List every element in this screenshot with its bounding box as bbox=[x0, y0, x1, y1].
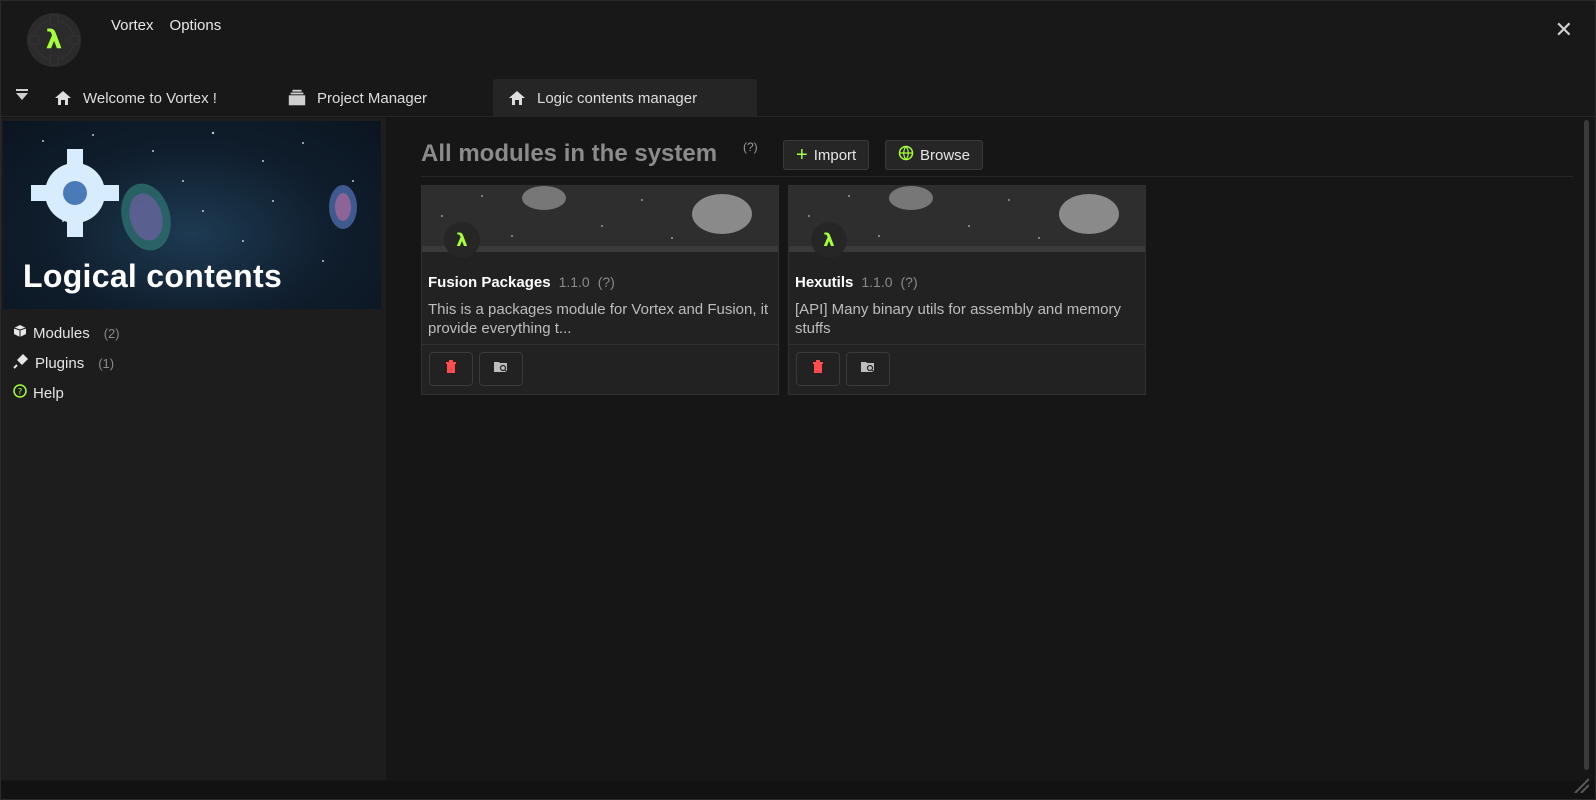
module-logo: λ bbox=[444, 222, 480, 258]
cube-icon bbox=[13, 324, 27, 342]
top-bar: λ Vortex Options ✕ bbox=[1, 1, 1595, 77]
module-name: Hexutils bbox=[795, 274, 854, 291]
sidebar-item-plugins-label: Plugins bbox=[35, 354, 85, 372]
menu-vortex[interactable]: Vortex bbox=[111, 17, 154, 34]
tab-project-manager-label: Project Manager bbox=[317, 89, 428, 107]
open-folder-button[interactable] bbox=[479, 352, 523, 386]
project-stack-icon bbox=[287, 88, 307, 108]
module-version: 1.1.0 bbox=[558, 274, 590, 290]
app-logo[interactable]: λ bbox=[27, 13, 81, 67]
lambda-logo-glyph: λ bbox=[456, 229, 468, 251]
globe-icon bbox=[898, 145, 914, 165]
tab-project-manager[interactable]: Project Manager bbox=[273, 79, 441, 117]
page-title: All modules in the system bbox=[421, 140, 718, 167]
folder-search-icon bbox=[860, 360, 876, 379]
main-content: All modules in the system (?) + Import B… bbox=[387, 118, 1583, 780]
tab-welcome[interactable]: Welcome to Vortex ! bbox=[39, 79, 231, 117]
menu-options[interactable]: Options bbox=[170, 17, 222, 34]
open-folder-button[interactable] bbox=[846, 352, 890, 386]
sidebar-item-plugins[interactable]: Plugins (1) bbox=[13, 348, 120, 378]
status-bar bbox=[1, 781, 1595, 799]
plugins-count: (1) bbox=[98, 355, 115, 371]
sidebar-banner: Logical contents bbox=[3, 121, 381, 309]
module-title: Fusion Packages 1.1.0 (?) bbox=[428, 274, 615, 291]
module-help[interactable]: (?) bbox=[901, 274, 918, 290]
help-circle-icon: ? bbox=[13, 384, 27, 402]
gear-graphic bbox=[31, 149, 119, 237]
tab-logic-contents-label: Logic contents manager bbox=[537, 89, 698, 107]
trash-icon bbox=[812, 359, 824, 379]
plus-icon: + bbox=[796, 144, 808, 166]
browse-label: Browse bbox=[920, 146, 971, 164]
modules-count: (2) bbox=[103, 325, 120, 341]
module-title: Hexutils 1.1.0 (?) bbox=[795, 274, 918, 291]
folder-search-icon bbox=[493, 360, 509, 379]
sidebar-list: Modules (2) Plugins (1) ? Help bbox=[13, 318, 120, 408]
close-icon[interactable]: ✕ bbox=[1555, 17, 1573, 43]
sidebar-item-help-label: Help bbox=[33, 384, 64, 402]
svg-text:?: ? bbox=[18, 388, 23, 398]
module-card[interactable]: λ Hexutils 1.1.0 (?) [API] Many binary uti… bbox=[788, 185, 1146, 395]
resize-grip-icon[interactable] bbox=[1571, 775, 1590, 794]
card-divider bbox=[422, 344, 778, 345]
tab-logic-contents-manager[interactable]: Logic contents manager bbox=[493, 79, 757, 117]
plug-icon bbox=[13, 353, 29, 373]
delete-module-button[interactable] bbox=[796, 352, 840, 386]
module-name: Fusion Packages bbox=[428, 274, 551, 291]
module-logo: λ bbox=[811, 222, 847, 258]
heading-help[interactable]: (?) bbox=[743, 140, 758, 154]
tab-bar: Welcome to Vortex ! Project Manager Logi… bbox=[1, 77, 1595, 117]
card-divider bbox=[789, 344, 1145, 345]
sidebar-item-modules-label: Modules bbox=[33, 324, 90, 342]
tab-welcome-label: Welcome to Vortex ! bbox=[83, 89, 217, 107]
delete-module-button[interactable] bbox=[429, 352, 473, 386]
module-card[interactable]: λ Fusion Packages 1.1.0 (?) This is a pack… bbox=[421, 185, 779, 395]
module-version: 1.1.0 bbox=[861, 274, 893, 290]
sidebar: Logical contents Modules (2) Plugins (1)… bbox=[1, 118, 386, 780]
browse-button[interactable]: Browse bbox=[885, 140, 984, 170]
trash-icon bbox=[445, 359, 457, 379]
import-label: Import bbox=[813, 146, 857, 164]
banner-title: Logical contents bbox=[23, 258, 283, 294]
lambda-logo-glyph: λ bbox=[45, 25, 63, 55]
home-icon bbox=[53, 88, 73, 108]
header-divider bbox=[421, 176, 1573, 177]
vertical-scrollbar[interactable] bbox=[1584, 120, 1589, 770]
lambda-logo-glyph: λ bbox=[823, 229, 835, 251]
menu-bar: Vortex Options bbox=[111, 17, 221, 34]
module-description: This is a packages module for Vortex and… bbox=[428, 301, 769, 337]
sidebar-item-help[interactable]: ? Help bbox=[13, 378, 120, 408]
home-icon bbox=[507, 88, 527, 108]
module-description: [API] Many binary utils for assembly and… bbox=[795, 301, 1121, 337]
app-window: λ Vortex Options ✕ Welcome to Vortex ! P… bbox=[0, 0, 1596, 800]
module-help[interactable]: (?) bbox=[598, 274, 615, 290]
sidebar-item-modules[interactable]: Modules (2) bbox=[13, 318, 120, 348]
import-button[interactable]: + Import bbox=[783, 140, 870, 170]
collapse-tabs-icon[interactable] bbox=[15, 87, 31, 105]
